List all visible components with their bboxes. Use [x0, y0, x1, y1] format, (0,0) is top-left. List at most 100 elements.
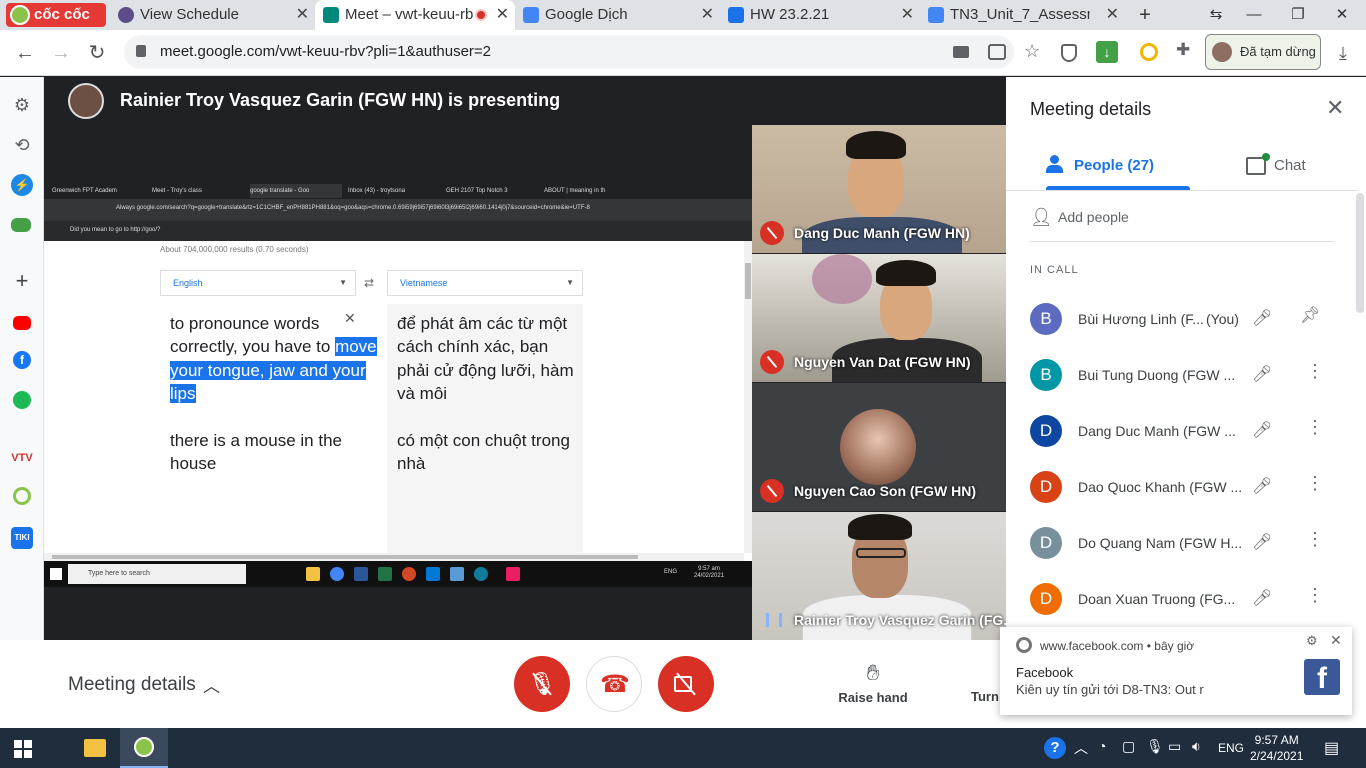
turn-on-captions-button[interactable]: Turn: [971, 689, 999, 704]
muted-mic-icon[interactable]: 🎤︎: [1252, 589, 1272, 609]
participant-row[interactable]: B Bui Tung Duong (FGW ... 🎤︎ ⋮: [1030, 359, 1350, 399]
muted-mic-icon[interactable]: 🎤︎: [1252, 309, 1272, 329]
muted-mic-icon[interactable]: 🎤︎: [1252, 421, 1272, 441]
device-icon[interactable]: ▢: [1122, 738, 1135, 755]
participant-row[interactable]: B Bùi Hương Linh (F... (You) 🎤︎ 📌︎: [1030, 303, 1350, 343]
close-tab-icon[interactable]: ✕: [901, 0, 914, 30]
profile-button[interactable]: Đã tạm dừng: [1205, 34, 1321, 70]
translate-icon[interactable]: [988, 44, 1006, 60]
settings-gear-icon[interactable]: ⚙: [11, 94, 33, 116]
close-tab-icon[interactable]: ✕: [496, 0, 509, 30]
battery-icon[interactable]: ▭: [1168, 738, 1181, 755]
participant-row[interactable]: D Dao Quoc Khanh (FGW ... 🎤︎ ⋮: [1030, 471, 1350, 511]
language-indicator[interactable]: ENG: [1218, 741, 1244, 755]
bookmark-star-icon[interactable]: ☆: [1024, 41, 1044, 61]
participant-row[interactable]: D Do Quang Nam (FGW H... 🎤︎ ⋮: [1030, 527, 1350, 567]
network-icon[interactable]: ◔: [1098, 738, 1106, 754]
new-tab-button[interactable]: +: [1125, 0, 1165, 30]
close-panel-icon[interactable]: ✕: [1326, 95, 1344, 121]
download-manager-icon[interactable]: ↓: [1096, 41, 1118, 63]
shield-icon[interactable]: [1061, 44, 1077, 62]
leave-call-button[interactable]: ☎: [586, 656, 642, 712]
raise-hand-button[interactable]: ✋︎ Raise hand: [838, 660, 908, 705]
url-omnibox[interactable]: meet.google.com/vwt-keuu-rbv?pli=1&authu…: [124, 35, 1014, 69]
facebook-icon[interactable]: f: [13, 351, 31, 369]
history-icon[interactable]: ⟲: [11, 134, 33, 156]
participant-tile[interactable]: Rainier Troy Vasquez Garin (FG...: [752, 512, 1006, 640]
avatar: D: [1030, 527, 1062, 559]
coccoc-extension-icon[interactable]: [1140, 43, 1158, 61]
show-hidden-icons-icon[interactable]: ︿: [1074, 738, 1088, 758]
youtube-icon[interactable]: [13, 316, 31, 330]
participant-name: Nguyen Cao Son (FGW HN): [794, 483, 976, 499]
participant-tile[interactable]: Dang Duc Manh (FGW HN): [752, 125, 1006, 253]
camera-icon[interactable]: [953, 46, 969, 58]
tab-meet[interactable]: Meet – vwt-keuu-rb ✕: [315, 0, 515, 30]
muted-mic-icon[interactable]: 🎤︎: [1252, 533, 1272, 553]
tab-people[interactable]: People (27): [1046, 153, 1190, 193]
minimize-icon[interactable]: —: [1234, 0, 1274, 30]
participant-row[interactable]: D Dang Duc Manh (FGW ... 🎤︎ ⋮: [1030, 415, 1350, 455]
participant-row[interactable]: D Doan Xuan Truong (FG... 🎤︎ ⋮: [1030, 583, 1350, 623]
participant-tile[interactable]: Nguyen Cao Son (FGW HN): [752, 383, 1006, 511]
close-window-icon[interactable]: ✕: [1322, 0, 1362, 30]
tab-search-icon[interactable]: ⇆: [1196, 0, 1236, 30]
coccoc-taskbar-button[interactable]: [120, 728, 168, 768]
windows-start-icon[interactable]: [14, 740, 32, 758]
vtv-icon[interactable]: VTV: [11, 447, 33, 469]
muted-mic-icon[interactable]: 🎤︎: [1252, 365, 1272, 385]
url-text[interactable]: meet.google.com/vwt-keuu-rbv?pli=1&authu…: [160, 43, 491, 60]
unread-dot: [1262, 153, 1270, 161]
more-options-icon[interactable]: ⋮: [1306, 417, 1324, 438]
shared-taskbar-search: Type here to search: [68, 564, 246, 584]
tab-google-dich[interactable]: Google Dịch ✕: [515, 0, 720, 30]
game-controller-icon[interactable]: [11, 218, 31, 232]
microphone-tray-icon[interactable]: 🎙︎: [1146, 738, 1164, 755]
taskbar-clock[interactable]: 9:57 AM 2/24/2021: [1250, 732, 1303, 764]
more-options-icon[interactable]: ⋮: [1306, 361, 1324, 382]
chevron-up-icon[interactable]: ︿: [203, 672, 220, 697]
add-app-icon[interactable]: +: [11, 270, 33, 292]
more-options-icon[interactable]: ⋮: [1306, 473, 1324, 494]
video-glasses: [856, 548, 906, 558]
tab-tn3-assessment[interactable]: TN3_Unit_7_Assessmen ✕: [920, 0, 1125, 30]
facebook-notification[interactable]: www.facebook.com • bây giờ ⚙ ✕ Facebook …: [1000, 627, 1352, 715]
more-options-icon[interactable]: ⋮: [1306, 585, 1324, 606]
participant-name: Do Quang Nam (FGW H...: [1078, 535, 1243, 551]
panel-scrollbar[interactable]: [1356, 193, 1364, 313]
muted-mic-icon[interactable]: 🎤︎: [1252, 477, 1272, 497]
coccoc-map-icon[interactable]: [13, 487, 31, 505]
forward-arrow-icon[interactable]: →: [46, 38, 76, 68]
shared-screen[interactable]: Greenwich FPT Academ Meet - Troy's class…: [44, 182, 752, 587]
close-tab-icon[interactable]: ✕: [701, 0, 714, 30]
coccoc-logo[interactable]: cốc cốc: [6, 3, 106, 27]
mic-toggle-button[interactable]: 🎙︎: [514, 656, 570, 712]
volume-icon[interactable]: 🔉︎: [1192, 738, 1201, 755]
participant-name: Doan Xuan Truong (FG...: [1078, 591, 1236, 607]
tiki-icon[interactable]: TIKI: [11, 527, 33, 549]
extensions-puzzle-icon[interactable]: ✚: [1176, 40, 1198, 62]
file-explorer-icon[interactable]: [84, 739, 106, 757]
camera-toggle-button[interactable]: [658, 656, 714, 712]
maximize-icon[interactable]: ❐: [1278, 0, 1318, 30]
meeting-details-button[interactable]: Meeting details: [68, 674, 196, 696]
shared-time: 9:57 am: [698, 566, 720, 572]
clock-time: 9:57 AM: [1254, 733, 1299, 747]
close-tab-icon[interactable]: ✕: [1106, 0, 1119, 30]
notification-close-icon[interactable]: ✕: [1330, 632, 1342, 649]
spotify-icon[interactable]: [13, 391, 31, 409]
tab-view-schedule[interactable]: View Schedule ✕: [110, 0, 315, 30]
notification-settings-icon[interactable]: ⚙: [1306, 633, 1318, 649]
back-arrow-icon[interactable]: ←: [10, 38, 40, 68]
participant-tile[interactable]: Nguyen Van Dat (FGW HN): [752, 254, 1006, 382]
tab-label: Google Dịch: [545, 6, 628, 23]
action-center-icon[interactable]: ▤: [1324, 738, 1339, 758]
reload-icon[interactable]: ↻: [82, 38, 112, 68]
tab-hw[interactable]: HW 23.2.21 ✕: [720, 0, 920, 30]
pin-icon[interactable]: 📌︎: [1300, 305, 1320, 325]
messenger-icon[interactable]: ⚡: [11, 174, 33, 196]
help-icon[interactable]: ?: [1044, 737, 1066, 759]
download-icon[interactable]: ⤓: [1328, 38, 1358, 68]
more-options-icon[interactable]: ⋮: [1306, 529, 1324, 550]
close-tab-icon[interactable]: ✕: [296, 0, 309, 30]
